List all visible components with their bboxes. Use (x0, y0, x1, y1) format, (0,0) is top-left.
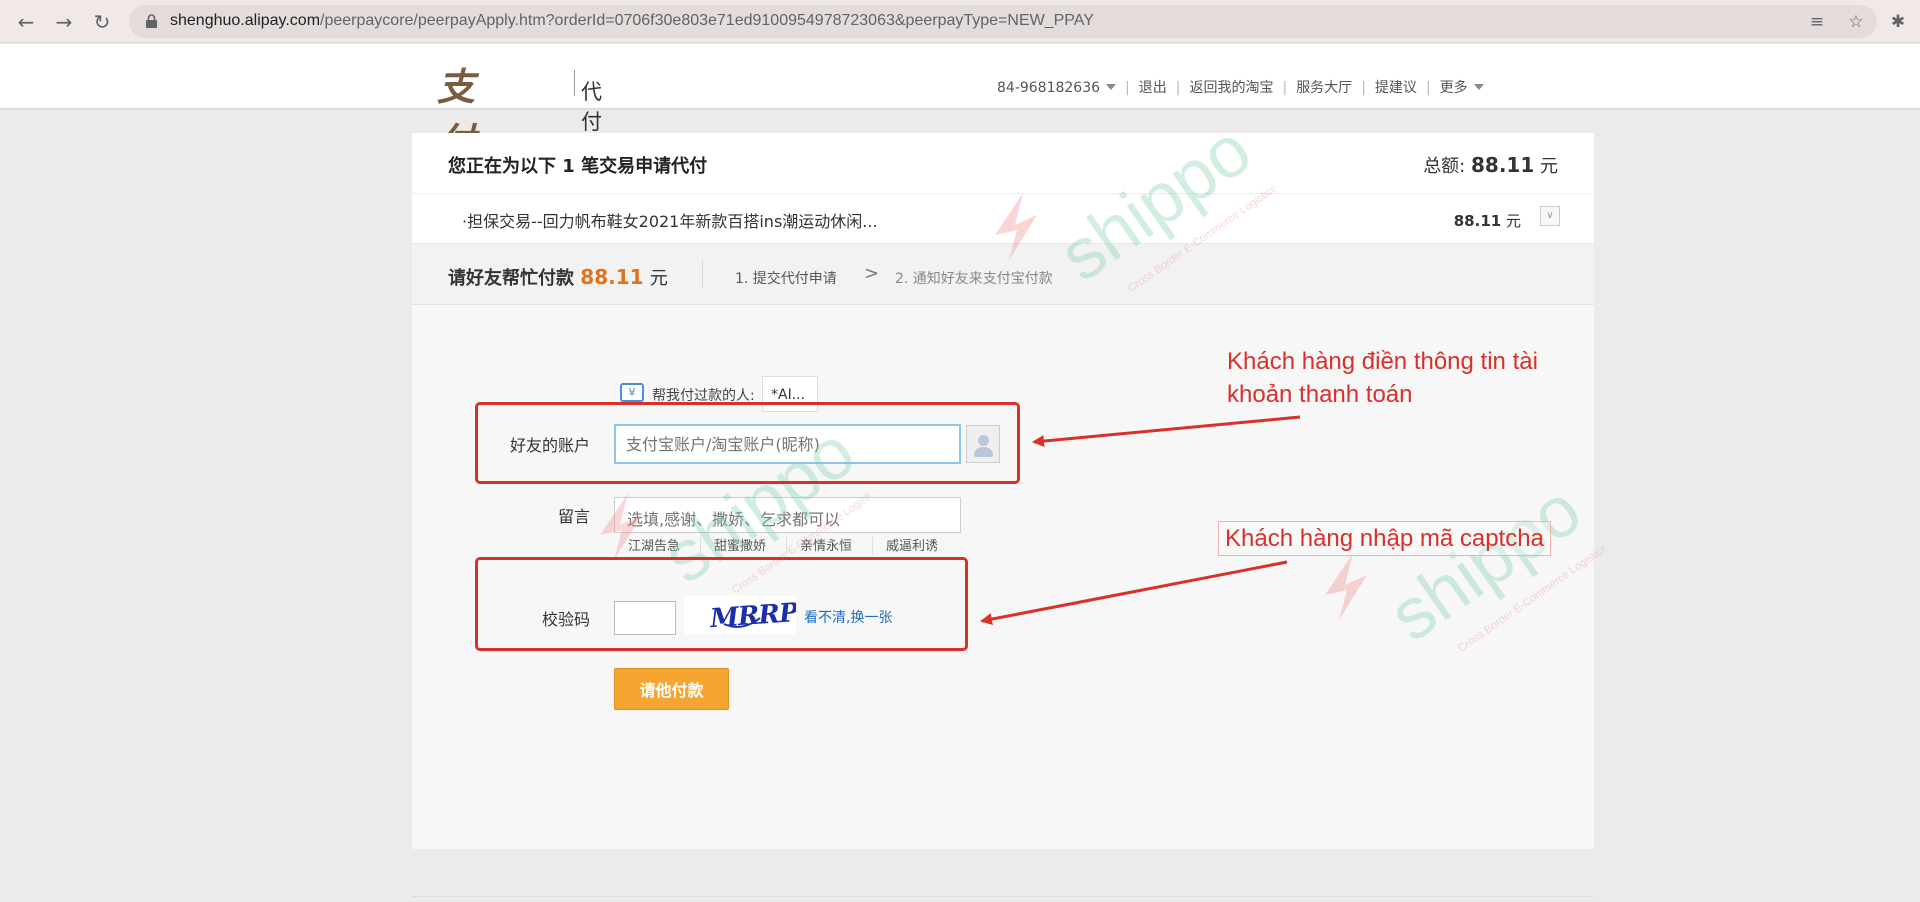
peerpay-card: 您正在为以下 1 笔交易申请代付 总额: 88.11 元 ·担保交易--回力帆布… (412, 133, 1594, 849)
logout-link[interactable]: 退出 (1139, 77, 1167, 97)
order-total: 总额: 88.11 元 (1423, 153, 1558, 177)
lock-icon (146, 14, 157, 28)
service-hall-link[interactable]: 服务大厅 (1296, 77, 1352, 97)
expand-item-button[interactable]: ∨ (1540, 206, 1560, 226)
url-text: shenghuo.alipay.com/peerpaycore/peerpayA… (170, 12, 1094, 29)
chevron-down-icon (1473, 84, 1484, 90)
account-menu[interactable]: 84-968182636 (997, 80, 1117, 96)
divider (412, 896, 1594, 897)
highlight-captcha-box (475, 557, 968, 651)
translate-icon[interactable]: ≡ (1806, 11, 1828, 33)
message-chip[interactable]: 威逼利诱 (886, 535, 938, 554)
step-2: 2. 通知好友来支付宝付款 (895, 271, 1053, 287)
message-chip[interactable]: 江湖告急 (628, 535, 680, 554)
divider (412, 193, 1594, 194)
star-icon[interactable]: ☆ (1845, 11, 1867, 33)
more-menu[interactable]: 更多 (1440, 77, 1484, 97)
top-nav: 84-968182636 | 退出 | 返回我的淘宝 | 服务大厅 | 提建议 | 更多 (997, 77, 1484, 97)
order-item-amount: 88.11 元 (1453, 212, 1521, 230)
chevron-down-icon: ∨ (1546, 210, 1554, 221)
divider (786, 537, 787, 555)
annotation-captcha: Khách hàng nhập mã captcha (1218, 521, 1551, 556)
message-chip[interactable]: 甜蜜撒娇 (714, 535, 766, 554)
message-input[interactable] (614, 497, 961, 533)
message-chip[interactable]: 亲情永恒 (800, 535, 852, 554)
back-icon[interactable]: ← (12, 8, 40, 36)
request-payment-button[interactable]: 请他付款 (614, 668, 729, 710)
logo-divider (574, 70, 575, 96)
reload-icon[interactable]: ↻ (88, 8, 116, 36)
message-label: 留言 (557, 507, 590, 526)
forward-icon[interactable]: → (50, 8, 78, 36)
address-bar[interactable]: shenghuo.alipay.com/peerpaycore/peerpayA… (129, 5, 1877, 38)
payer-history-icon: ¥ (620, 383, 644, 402)
order-item-title: ·担保交易--回力帆布鞋女2021年新款百搭ins潮运动休闲... (462, 212, 878, 231)
step-bar: 请好友帮忙付款 88.11 元 1. 提交代付申请 > 2. 通知好友来支付宝付… (412, 243, 1594, 305)
back-to-taobao-link[interactable]: 返回我的淘宝 (1189, 77, 1273, 97)
divider (702, 260, 703, 288)
site-header: 支付宝 代付 84-968182636|退出|返回我的淘宝|服务大厅|提建议|更… (0, 44, 1920, 219)
request-amount-heading: 请好友帮忙付款 88.11 元 (448, 265, 668, 289)
suggest-link[interactable]: 提建议 (1375, 77, 1417, 97)
annotation-account: Khách hàng điền thông tin tài khoản than… (1227, 348, 1538, 408)
message-templates: 江湖告急 甜蜜撒娇 亲情永恒 威逼利诱 (614, 535, 961, 557)
order-title: 您正在为以下 1 笔交易申请代付 (448, 156, 708, 177)
divider (872, 537, 873, 555)
divider (700, 537, 701, 555)
step-arrow: > (864, 263, 880, 284)
chevron-down-icon (1106, 84, 1117, 90)
step-1: 1. 提交代付申请 (735, 271, 837, 287)
logo-subtitle: 代付 (581, 80, 602, 134)
extensions-icon[interactable]: ✱ (1887, 11, 1909, 33)
highlight-account-box (475, 402, 1020, 484)
browser-toolbar: ← → ↻ shenghuo.alipay.com/peerpaycore/pe… (0, 0, 1920, 43)
